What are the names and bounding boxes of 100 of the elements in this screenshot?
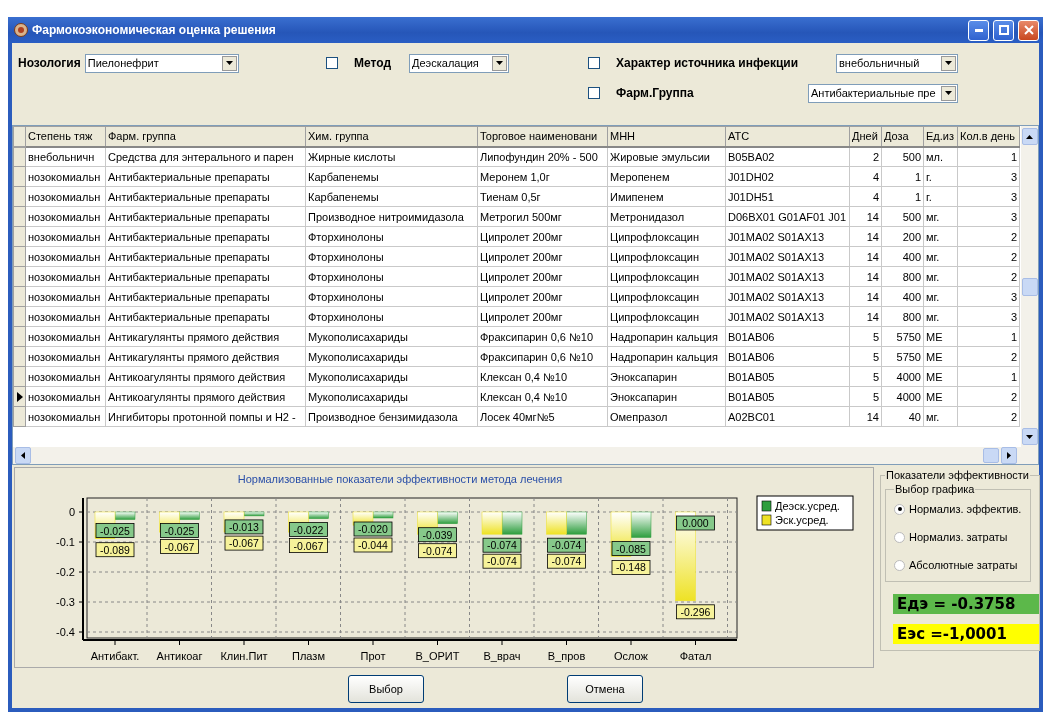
- method-dropdown[interactable]: Деэскалация: [409, 53, 510, 73]
- table-cell: Средства для энтерального и парен: [105, 146, 306, 167]
- table-cell: Тиенам 0,5г: [477, 186, 608, 207]
- radio-button[interactable]: [894, 531, 905, 543]
- column-header[interactable]: АТС: [725, 126, 850, 147]
- scroll-thumb[interactable]: [1021, 277, 1038, 296]
- table-cell: Мукополисахариды: [305, 366, 478, 387]
- axis-label: Антибакт.: [90, 650, 140, 662]
- scroll-up-button[interactable]: [1021, 128, 1038, 145]
- table-cell: мг.: [923, 226, 958, 247]
- table-cell: Мукополисахариды: [305, 346, 478, 367]
- axis-label: Ослож: [614, 650, 648, 662]
- scroll-down-button[interactable]: [1021, 428, 1038, 445]
- minimize-button[interactable]: [968, 19, 989, 41]
- radio-button[interactable]: [894, 503, 905, 515]
- column-header[interactable]: Дней: [849, 126, 882, 147]
- table-cell: 5750: [881, 346, 924, 367]
- table-cell: Надропарин кальция: [607, 326, 726, 347]
- table-cell: 14: [849, 266, 882, 287]
- dialog-button[interactable]: Отмена: [567, 675, 643, 703]
- data-label: -0.025: [160, 523, 199, 538]
- data-label: -0.089: [95, 542, 135, 558]
- table-cell: A02BC01: [725, 406, 850, 427]
- table-cell: Меропенем: [607, 166, 726, 187]
- radio-button[interactable]: [894, 559, 905, 571]
- table-cell: D06BX01 G01AF01 J01: [725, 206, 850, 227]
- scroll-right-button[interactable]: [1001, 447, 1017, 464]
- dropdown-button[interactable]: [941, 55, 956, 71]
- infection-source-dropdown[interactable]: внебольничный: [836, 53, 958, 73]
- checkbox[interactable]: [588, 57, 600, 69]
- table-cell: 500: [881, 146, 924, 167]
- radio-option[interactable]: Абсолютные затраты: [894, 559, 1026, 571]
- table-cell: 3: [957, 206, 1020, 227]
- table-cell: мг.: [923, 306, 958, 327]
- column-header[interactable]: Степень тяж: [25, 126, 106, 147]
- table-cell: Антибактериальные препараты: [105, 186, 306, 207]
- column-header[interactable]: Фарм. группа: [105, 126, 306, 147]
- table-cell: МЕ: [923, 346, 958, 367]
- column-header[interactable]: Торговое наименовани: [477, 126, 608, 147]
- table-cell: мг.: [923, 286, 958, 307]
- caret-icon: [225, 61, 233, 65]
- column-header[interactable]: Ед.из: [923, 126, 958, 147]
- data-label: 0.000: [676, 515, 715, 531]
- scroll-thumb[interactable]: [983, 448, 999, 463]
- data-label: -0.067: [160, 539, 199, 554]
- checkbox[interactable]: [588, 87, 600, 99]
- column-header[interactable]: МНН: [607, 126, 726, 147]
- data-label: -0.067: [224, 535, 264, 551]
- table-cell: нозокомиальн: [25, 406, 106, 427]
- table-cell: Антикоагулянты прямого действия: [105, 366, 306, 387]
- table-cell: Фраксипарин 0,6 №10: [477, 326, 608, 347]
- table-cell: Меронем 1,0г: [477, 166, 608, 187]
- close-button[interactable]: [1018, 19, 1039, 41]
- table-cell: Антикагулянты прямого действия: [105, 346, 306, 367]
- table-cell: нозокомиальн: [25, 246, 106, 267]
- pharm-group-dropdown[interactable]: Антибактериальные пре: [808, 83, 958, 103]
- table-cell: Лосек 40мг№5: [477, 406, 608, 427]
- nosology-dropdown[interactable]: Пиелонефрит: [84, 53, 239, 73]
- table-cell: Антибактериальные препараты: [105, 166, 306, 187]
- table-cell: Антибактериальные препараты: [105, 246, 306, 267]
- column-header[interactable]: Хим. группа: [305, 126, 478, 147]
- table-cell: 14: [849, 406, 882, 427]
- bar: [566, 511, 587, 535]
- table-cell: 5750: [881, 326, 924, 347]
- radio-option[interactable]: Нормализ. затраты: [894, 531, 1026, 543]
- dropdown-button[interactable]: [492, 55, 508, 71]
- table-cell: Производное бензимидазола: [305, 406, 478, 427]
- table-cell: 1: [881, 186, 924, 207]
- table-cell: внебольничн: [25, 146, 106, 167]
- table-cell: нозокомиальн: [25, 226, 106, 247]
- column-header[interactable]: Кол.в день: [957, 126, 1020, 147]
- scroll-left-button[interactable]: [15, 447, 31, 464]
- table-cell: Ципрофлоксацин: [607, 226, 726, 247]
- dropdown-button[interactable]: [941, 85, 956, 101]
- checkbox[interactable]: [326, 57, 338, 69]
- table-cell: 5: [849, 366, 882, 387]
- maximize-button[interactable]: [993, 19, 1014, 41]
- table-cell: мг.: [923, 206, 958, 227]
- table-cell: 400: [881, 246, 924, 267]
- table-cell: 2: [957, 346, 1020, 367]
- caret-icon: [945, 61, 952, 65]
- table-cell: 14: [849, 286, 882, 307]
- table-cell: Фторхинолоны: [305, 266, 478, 287]
- radio-option[interactable]: Нормализ. эффектив.: [894, 503, 1026, 515]
- caret-icon: [1026, 134, 1033, 139]
- table-cell: 14: [849, 226, 882, 247]
- table-cell: B05BA02: [725, 146, 850, 167]
- data-label: -0.296: [676, 604, 715, 620]
- column-header[interactable]: Доза: [881, 126, 924, 147]
- table-cell: Липофундин 20% - 500: [477, 146, 608, 167]
- table-cell: Эноксапарин: [607, 366, 726, 387]
- dropdown-button[interactable]: [221, 55, 237, 71]
- table-cell: 800: [881, 306, 924, 327]
- dialog-button[interactable]: Выбор: [348, 675, 424, 703]
- minimize-icon: [974, 28, 983, 32]
- table-cell: 1: [881, 166, 924, 187]
- table-cell: 14: [849, 206, 882, 227]
- row-indicator[interactable]: [13, 386, 26, 407]
- table-cell: МЕ: [923, 386, 958, 407]
- table-cell: 3: [957, 186, 1020, 207]
